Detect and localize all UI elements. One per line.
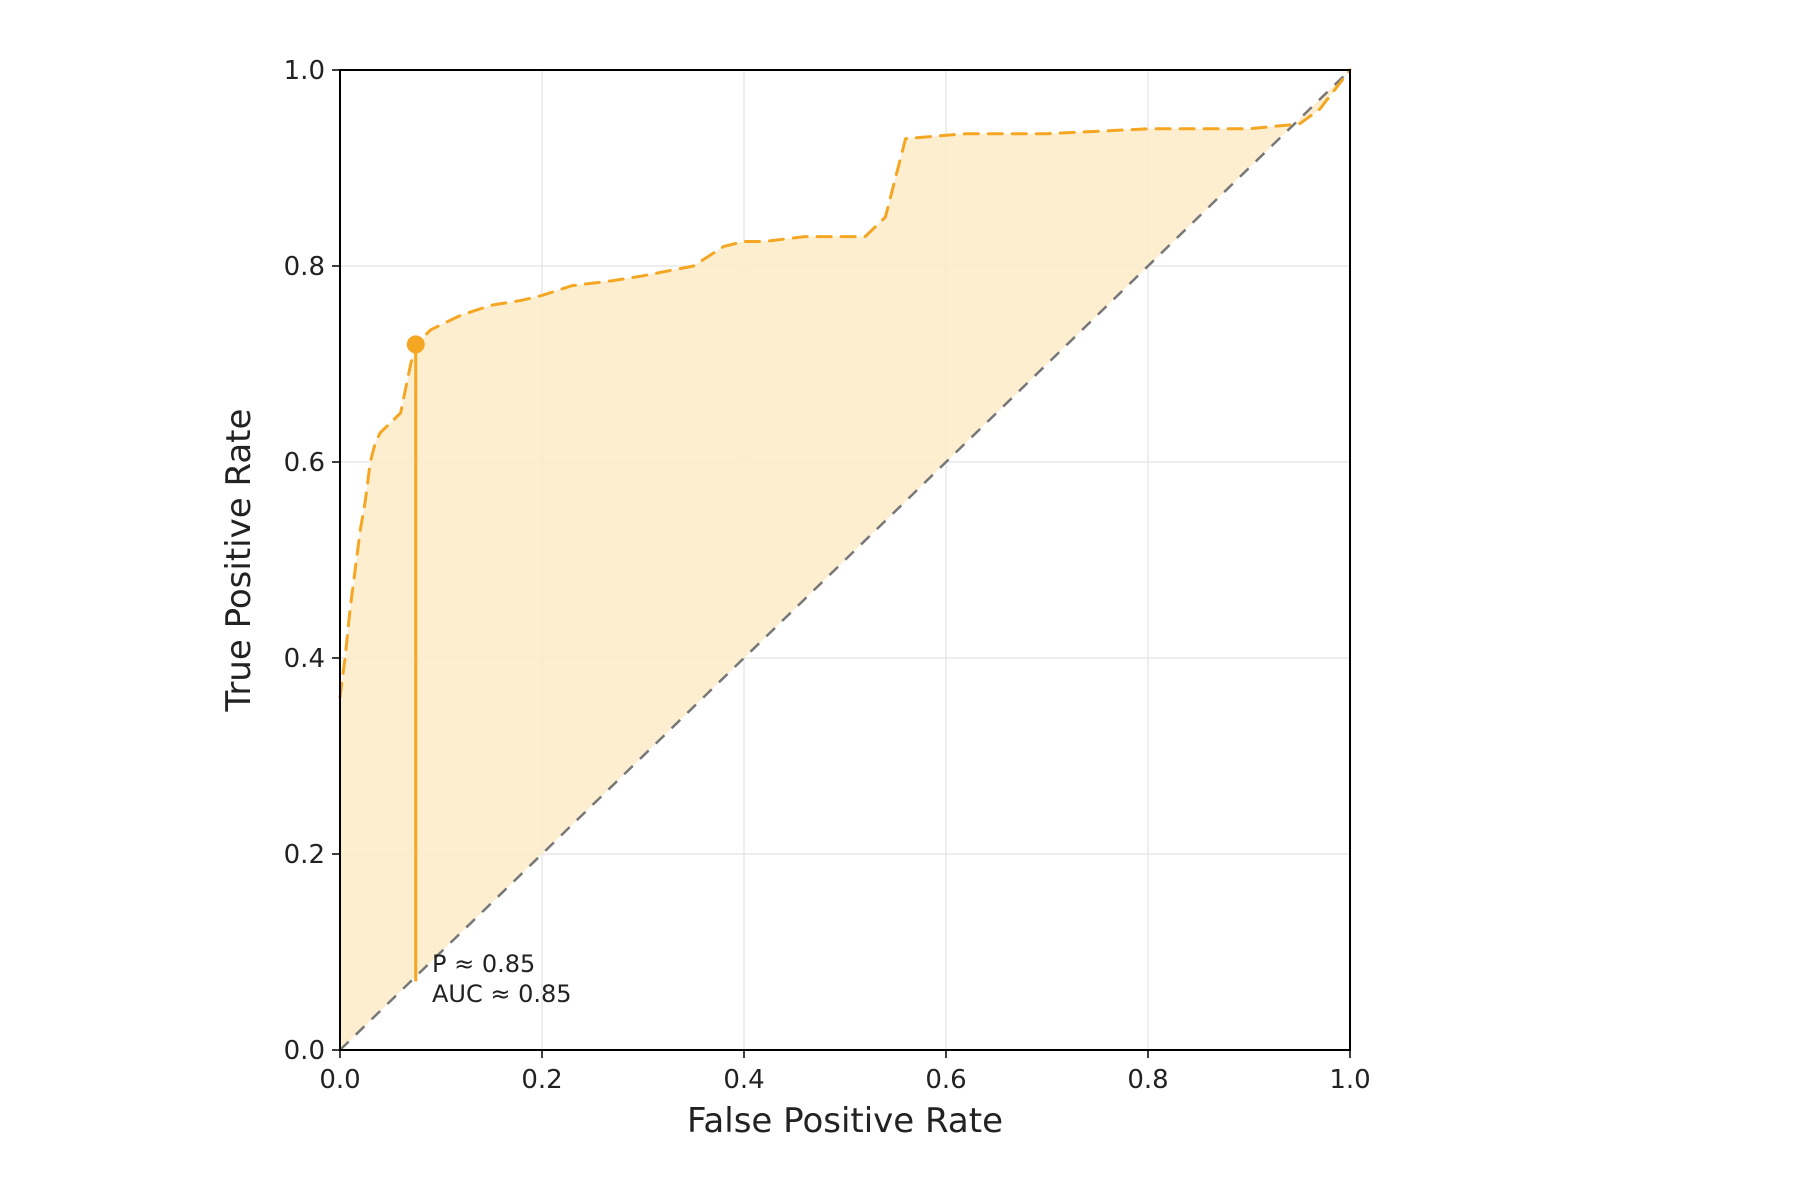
y-ticks <box>332 70 340 1050</box>
operating-point-marker <box>407 335 425 353</box>
x-tick-2: 0.4 <box>723 1065 764 1095</box>
x-tick-labels: 0.0 0.2 0.4 0.6 0.8 1.0 <box>319 1065 1370 1095</box>
x-tick-3: 0.6 <box>925 1065 966 1095</box>
y-tick-4: 0.8 <box>284 252 325 282</box>
y-tick-2: 0.4 <box>284 644 325 674</box>
roc-svg: 0.0 0.2 0.4 0.6 0.8 1.0 0.0 0.2 0.4 0.6 … <box>180 40 1480 1140</box>
x-tick-5: 1.0 <box>1329 1065 1370 1095</box>
x-axis-label: False Positive Rate <box>687 1101 1003 1140</box>
x-tick-4: 0.8 <box>1127 1065 1168 1095</box>
x-ticks <box>340 1050 1350 1058</box>
x-tick-0: 0.0 <box>319 1065 360 1095</box>
roc-chart: 0.0 0.2 0.4 0.6 0.8 1.0 0.0 0.2 0.4 0.6 … <box>180 40 1480 1140</box>
y-tick-0: 0.0 <box>284 1036 325 1066</box>
y-tick-1: 0.2 <box>284 840 325 870</box>
x-tick-1: 0.2 <box>521 1065 562 1095</box>
y-tick-5: 1.0 <box>284 56 325 86</box>
auc-annotation: AUC ≈ 0.85 <box>432 980 572 1008</box>
y-tick-3: 0.6 <box>284 448 325 478</box>
y-tick-labels: 0.0 0.2 0.4 0.6 0.8 1.0 <box>284 56 325 1066</box>
y-axis-label: True Positive Rate <box>219 409 259 713</box>
p-annotation: P ≈ 0.85 <box>432 950 535 978</box>
